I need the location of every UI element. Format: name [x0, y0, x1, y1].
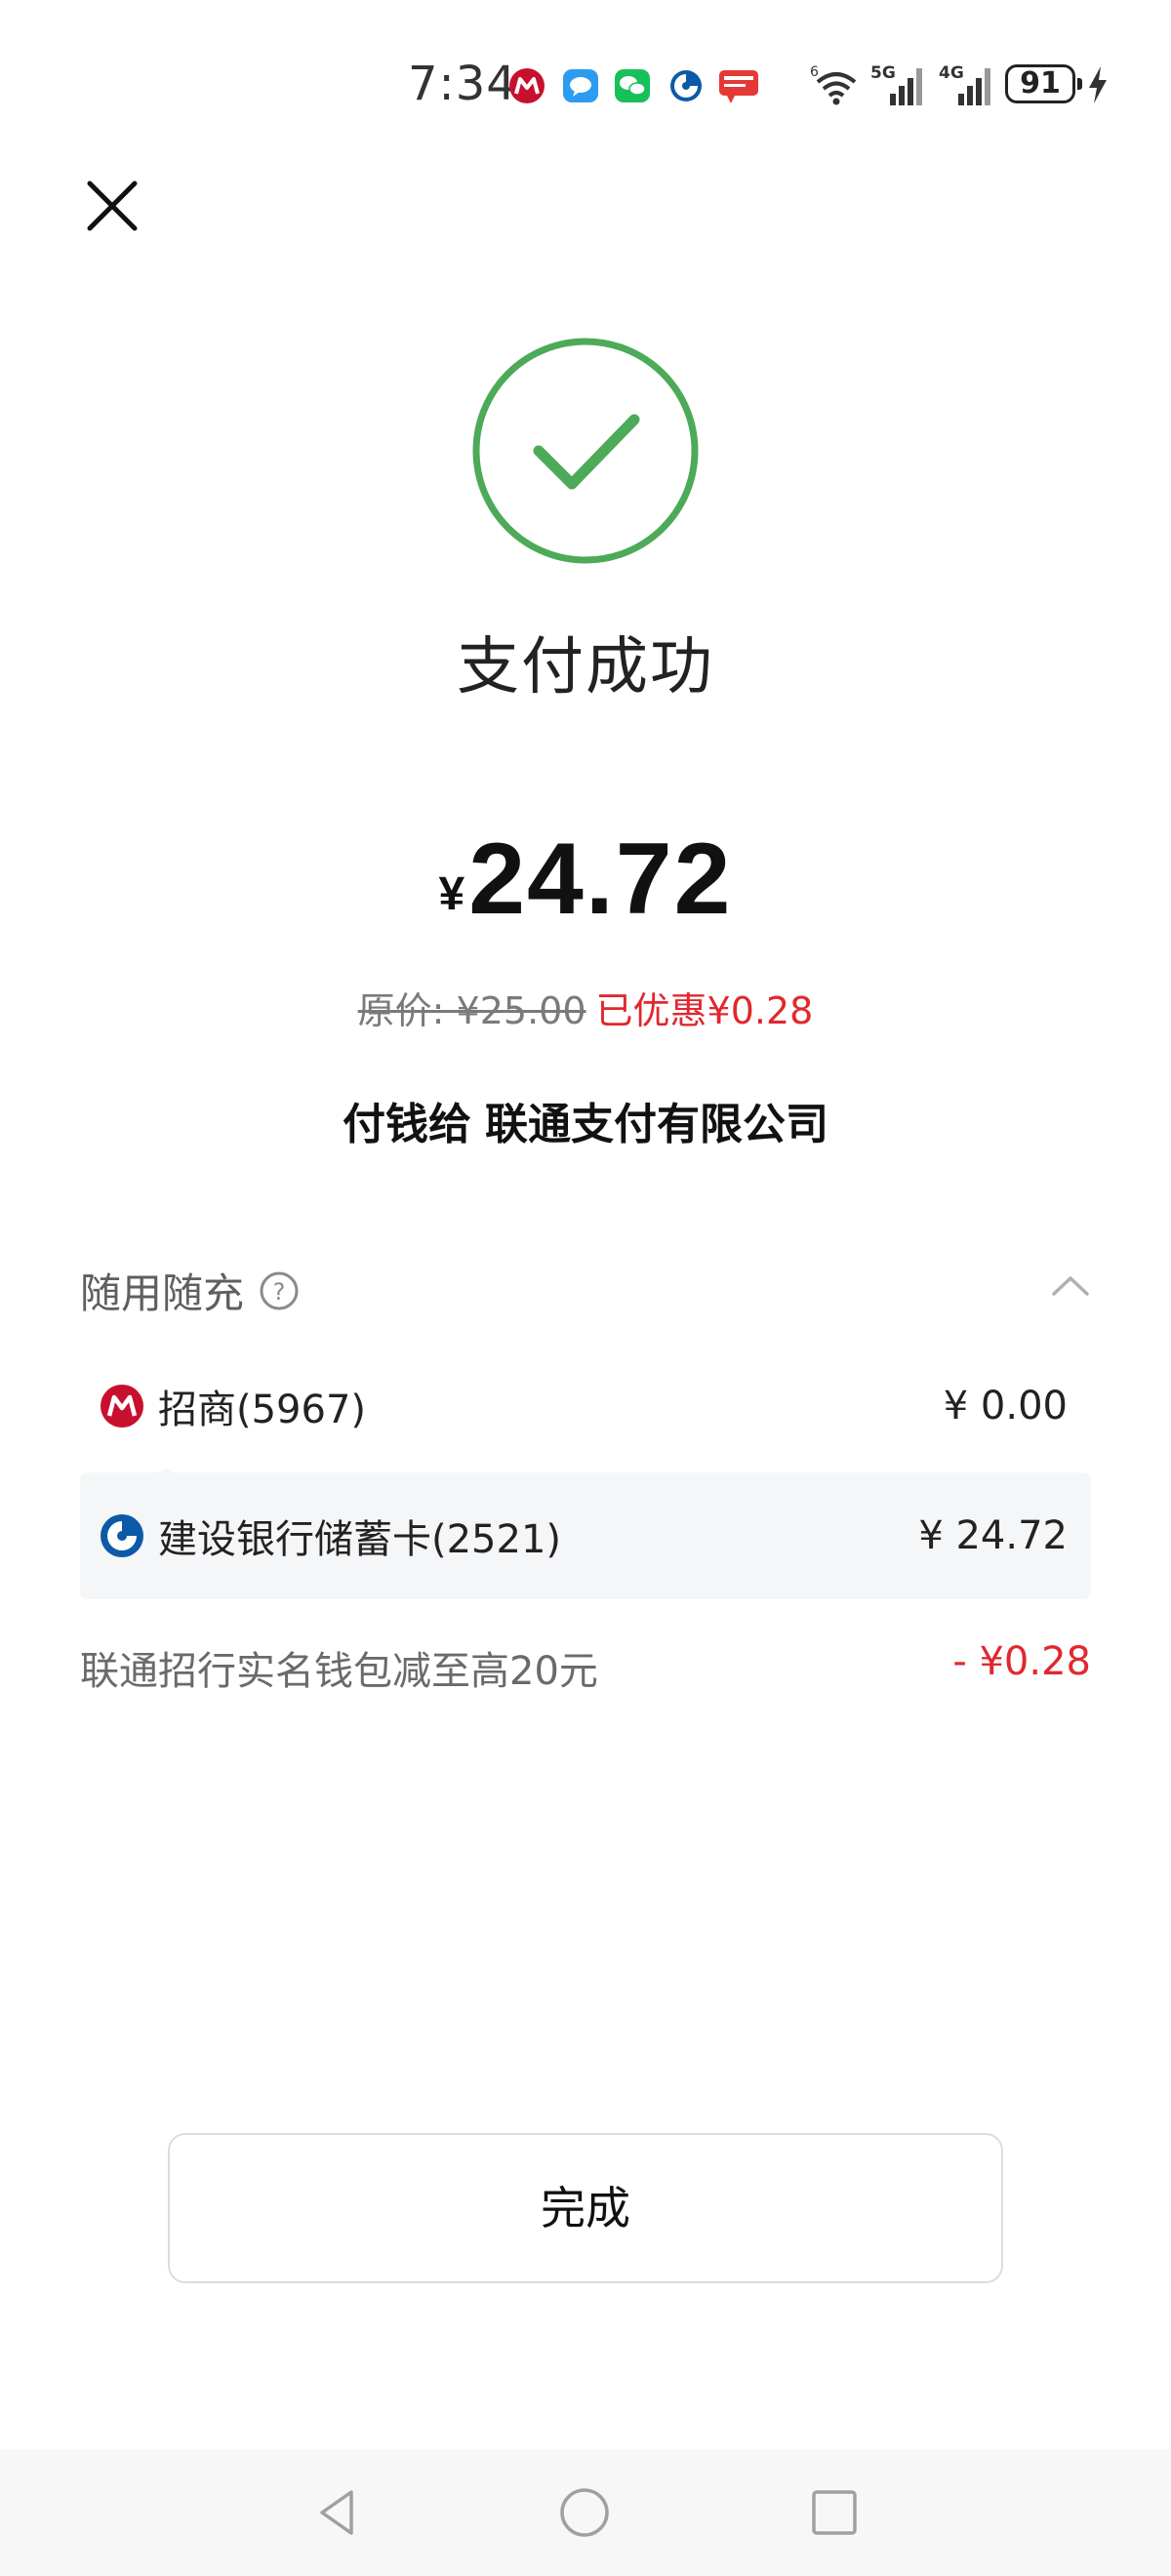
discount-line: 原价: ¥25.00 已优惠¥0.28: [0, 981, 1171, 1034]
network-label-4g: 4G: [939, 63, 964, 83]
status-time: 7:34: [408, 57, 517, 111]
status-bar: 7:34 6 5G 4G 91: [0, 0, 1171, 166]
payment-method-amount: ¥ 0.00: [943, 1384, 1068, 1429]
payee-line: 付钱给 联通支付有限公司: [0, 1089, 1171, 1151]
close-icon[interactable]: [82, 176, 142, 236]
ccb-bank-icon: [101, 1514, 143, 1557]
wifi-icon: 6: [810, 64, 857, 105]
battery-indicator: 91: [1005, 64, 1082, 103]
payment-section-title: 随用随充: [80, 1269, 245, 1317]
network-label-5g: 5G: [870, 63, 896, 83]
cmb-bank-icon: [101, 1385, 143, 1428]
amount-value: 24.72: [468, 823, 733, 936]
success-check-icon: [472, 338, 699, 564]
promotion-row: 联通招行实名钱包减至高20元 - ¥0.28: [80, 1639, 1091, 1698]
promotion-amount: - ¥0.28: [952, 1639, 1091, 1684]
svg-text:?: ?: [273, 1278, 286, 1306]
payee-prefix: 付钱给: [343, 1100, 471, 1149]
result-title: 支付成功: [457, 631, 714, 704]
chevron-up-icon[interactable]: [1050, 1270, 1091, 1300]
unionpay-app-icon: [719, 70, 758, 103]
system-nav-bar: [0, 2449, 1171, 2576]
ccb-bank-icon: [670, 70, 702, 101]
signal-5g-icon: 5G: [870, 63, 922, 105]
charging-bolt-icon: [1089, 66, 1107, 103]
discount-saved: 已优惠¥0.28: [595, 989, 814, 1032]
original-price: 原价: ¥25.00: [357, 989, 586, 1032]
message-icon: [563, 69, 598, 102]
recents-square-icon[interactable]: [808, 2486, 861, 2539]
cmb-bank-icon: [509, 68, 545, 103]
signal-4g-icon: 4G: [939, 63, 990, 105]
help-icon[interactable]: ?: [259, 1270, 300, 1311]
promotion-name: 联通招行实名钱包减至高20元: [80, 1649, 598, 1694]
paid-amount: ¥24.72: [0, 822, 1171, 938]
payment-method-row: 建设银行储蓄卡(2521) ¥ 24.72: [80, 1472, 1091, 1599]
amount-currency: ¥: [438, 868, 465, 920]
back-triangle-icon[interactable]: [310, 2486, 363, 2539]
payment-method-row: 招商(5967) ¥ 0.00: [80, 1343, 1091, 1481]
payment-section-header[interactable]: 随用随充 ?: [80, 1261, 1091, 1319]
done-button[interactable]: 完成: [168, 2133, 1003, 2283]
payment-method-name: 招商(5967): [158, 1388, 367, 1432]
payee-name: 联通支付有限公司: [485, 1100, 828, 1149]
wifi-badge: 6: [810, 64, 819, 80]
payment-method-amount: ¥ 24.72: [918, 1513, 1068, 1558]
home-circle-icon[interactable]: [558, 2486, 611, 2539]
wechat-icon: [615, 69, 650, 102]
payment-method-name: 建设银行储蓄卡(2521): [158, 1517, 562, 1562]
